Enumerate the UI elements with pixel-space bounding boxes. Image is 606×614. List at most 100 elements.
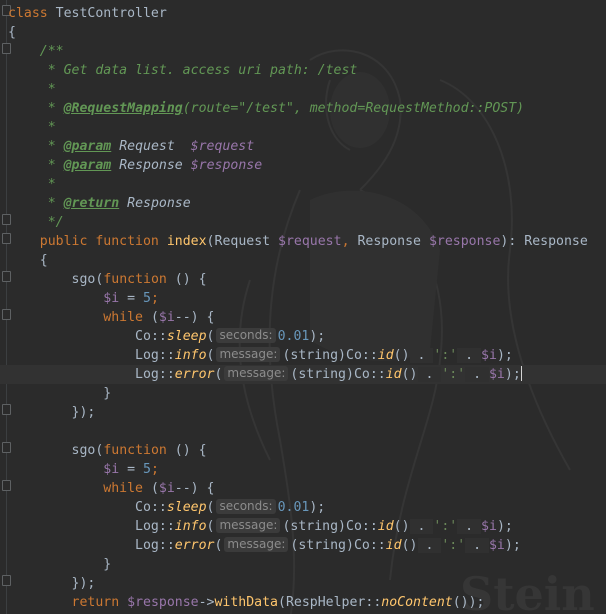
code-editor[interactable]: Stein class TestController { /** * Get d… [0,0,606,614]
code-line-sgo[interactable]: sgo(function () { [8,441,207,460]
function-call-sgo: sgo [71,443,96,458]
doc-line[interactable]: * @param Request $request [8,137,255,156]
number: 5 [143,462,151,477]
class-co: Co [135,500,151,515]
double-colon: :: [158,348,175,363]
class-log: Log [135,519,159,534]
number: 0.01 [277,500,310,515]
code-line-log-info[interactable]: Log::info(message: (string)Co::id() . ':'… [8,346,513,365]
close-call: ); [309,500,326,515]
gutter [6,0,7,614]
code-line-assign[interactable]: $i = 5; [8,289,159,308]
double-colon: :: [150,500,167,515]
close-call: ); [504,538,521,553]
concat-op: . [417,538,442,553]
class-co: Co [135,329,151,344]
doc-start: /** [39,44,64,59]
doc-line[interactable]: * Get data list. access uri path: /test [8,61,358,80]
keyword-function: function [103,272,167,287]
code-line-assign[interactable]: $i = 5; [8,460,159,479]
doc-line[interactable]: * [8,175,56,194]
code-line-brace[interactable]: } [8,384,111,403]
doc-text: * Get data list. access uri path: /test [47,63,358,78]
code-line-log-error[interactable]: Log::error(message: (string)Co::id() . ':… [8,365,522,384]
method-id: id [377,348,394,363]
doc-line[interactable]: * @param Response $response [8,156,262,175]
brace: } [103,557,112,572]
concat-op: . [457,348,482,363]
param-type: Request [214,234,271,249]
concat-op: . [457,519,482,534]
code-line-sleep[interactable]: Co::sleep(seconds: 0.01); [8,498,325,517]
code-line-brace[interactable]: { [8,251,48,270]
double-colon: :: [365,595,382,610]
paren: ( [214,538,223,553]
function-call-sgo: sgo [71,272,96,287]
code-line-return[interactable]: return $response->withData(RespHelper::n… [8,593,485,612]
call-parens: () [393,519,410,534]
close-sgo: }); [71,576,96,591]
code-line-brace[interactable]: } [8,555,111,574]
code-line-sgo[interactable]: sgo(function () { [8,270,207,289]
return-tail: ()); [452,595,485,610]
parameter-hint: message: [224,537,289,552]
code-line-brace[interactable]: { [8,23,16,42]
close-call: ); [496,348,513,363]
code-line-method-signature[interactable]: public function index(Request $request, … [8,232,588,251]
double-colon: :: [150,329,167,344]
doc-return-type: Response [127,196,191,211]
code-line-while[interactable]: while ($i--) { [8,308,214,327]
doc-param-type: Request [119,139,175,154]
code-line-close-sgo[interactable]: }); [8,403,96,422]
doc-line[interactable]: /** [8,42,64,61]
doc-line[interactable]: */ [8,213,64,232]
method-with-data: withData [214,595,279,610]
doc-param-tag: @param [63,158,112,173]
code-line-close-sgo[interactable]: }); [8,574,96,593]
doc-param-type: Response [119,158,183,173]
paren: ( [206,348,215,363]
concat-op: . [465,538,489,553]
while-cond-close: --) { [174,310,215,325]
doc-end: */ [47,215,64,230]
double-colon: :: [361,519,378,534]
number: 0.01 [277,329,310,344]
code-line-class[interactable]: class TestController [8,4,167,23]
while-cond-close: --) { [174,481,215,496]
keyword-while: while [103,481,143,496]
parameter-hint: message: [224,366,289,381]
number: 5 [143,291,151,306]
keyword-public: public [39,234,88,249]
doc-star: * [47,177,56,192]
semicolon: ; [150,291,159,306]
doc-return-tag: @return [63,196,120,211]
string-cast: (string) [290,367,354,382]
doc-line[interactable]: * [8,118,56,137]
keyword-function: function [95,234,159,249]
code-line-log-info[interactable]: Log::info(message: (string)Co::id() . ':'… [8,517,513,536]
doc-line[interactable]: * @RequestMapping(route="/test", method=… [8,99,524,118]
class-co: Co [346,519,362,534]
method-info: info [174,348,207,363]
paren: ( [150,481,159,496]
paren: ( [206,500,215,515]
assign-op: = [119,291,143,306]
doc-line[interactable]: * [8,80,56,99]
method-id: id [377,519,394,534]
parameter-hint: seconds: [216,499,276,514]
double-colon: :: [369,367,386,382]
paren: ( [278,595,286,610]
code-line-while[interactable]: while ($i--) { [8,479,214,498]
doc-line[interactable]: * @return Response [8,194,191,213]
paren: ( [150,310,159,325]
keyword-while: while [103,310,143,325]
string-literal: ':' [433,348,458,363]
code-line-log-error[interactable]: Log::error(message: (string)Co::id() . ':… [8,536,521,555]
keyword: class [8,6,48,21]
double-colon: :: [158,367,175,382]
code-line-sleep[interactable]: Co::sleep(seconds: 0.01); [8,327,325,346]
doc-param-tag: @param [63,139,112,154]
brace: } [103,386,112,401]
comma: , [341,234,350,249]
paren: ( [206,519,215,534]
